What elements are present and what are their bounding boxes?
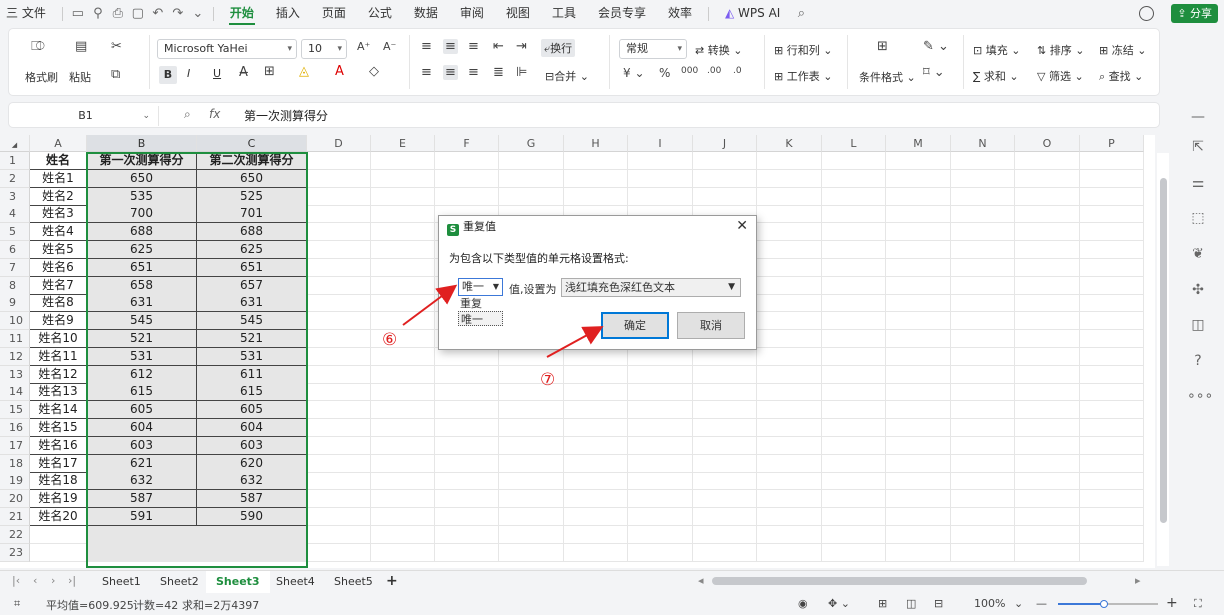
arrow-step-6 xyxy=(402,284,458,326)
arrow-step-7 xyxy=(546,326,604,358)
annotation-arrows xyxy=(402,284,604,358)
annotation-step-7: ⑦ xyxy=(540,370,556,390)
annotation-step-6: ⑥ xyxy=(382,330,398,350)
